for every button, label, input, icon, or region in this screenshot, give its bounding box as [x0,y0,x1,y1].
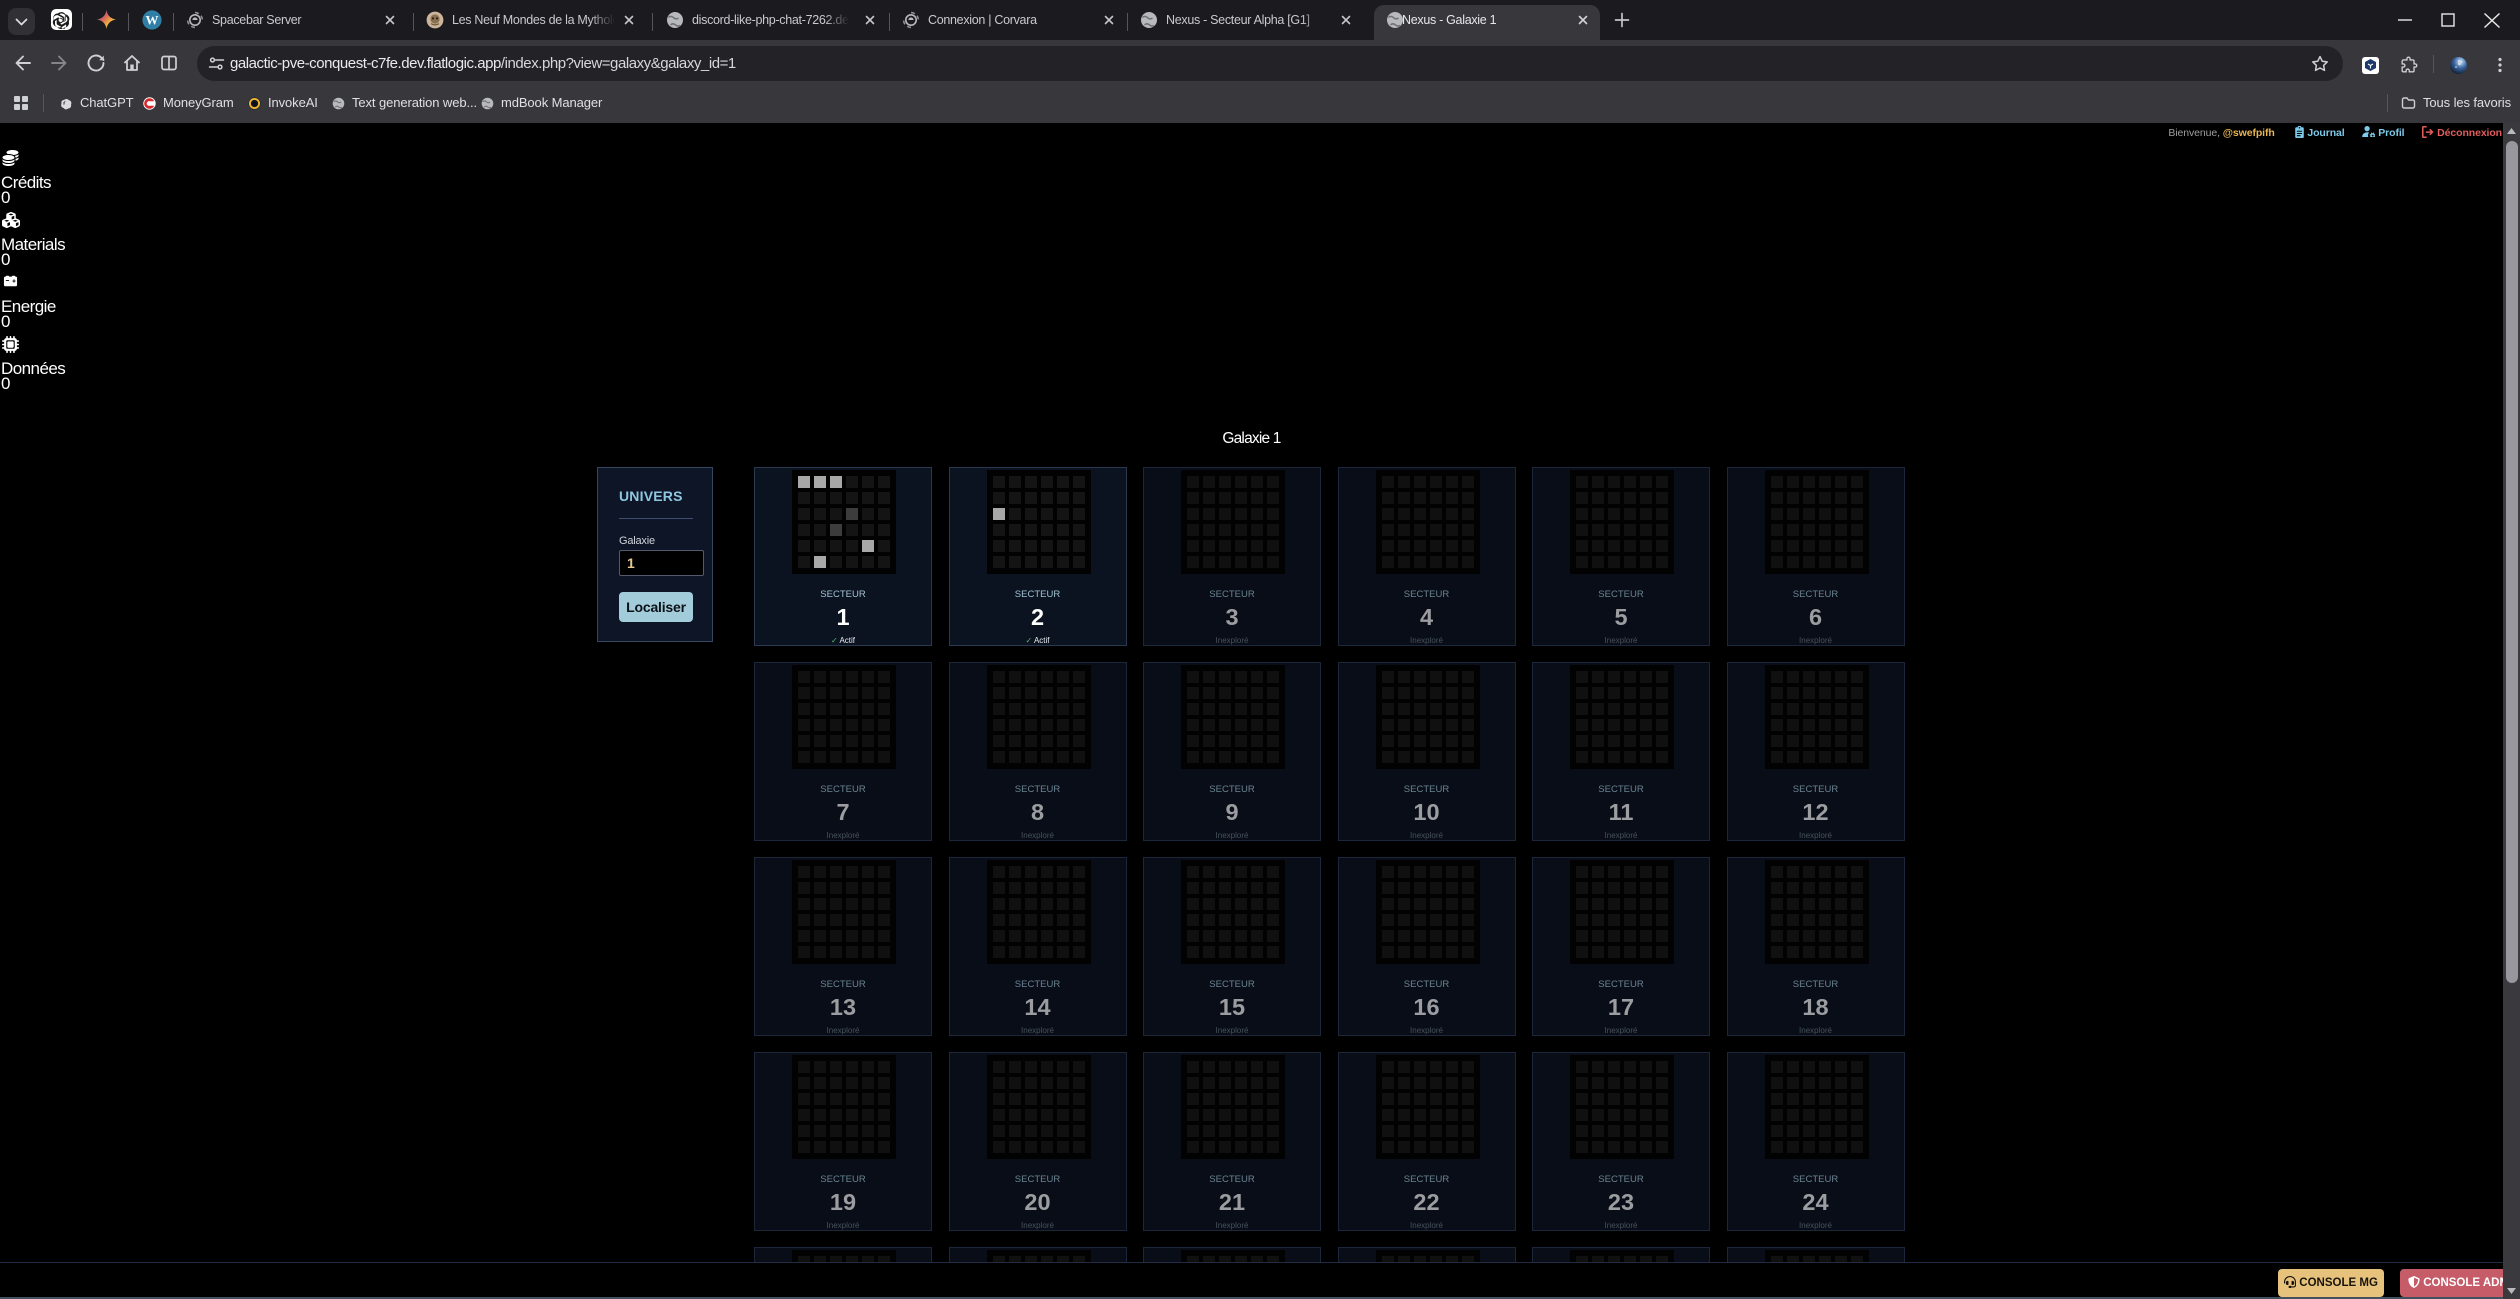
svg-text:W: W [146,12,159,27]
